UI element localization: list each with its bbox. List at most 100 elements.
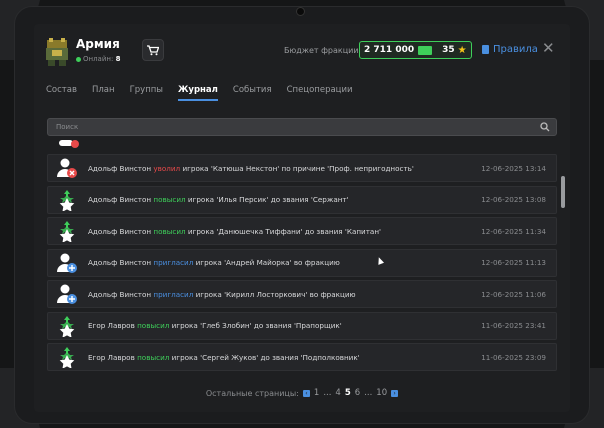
- panel-header: Армия Онлайн: 8 Бюджет фракции: 2 711 00…: [34, 24, 570, 76]
- book-icon: [482, 45, 489, 54]
- journal-row: Адольф Винстон повысил игрока 'Данюшечка…: [47, 217, 557, 245]
- pager-label: Остальные страницы:: [205, 388, 299, 398]
- faction-panel: Армия Онлайн: 8 Бюджет фракции: 2 711 00…: [34, 24, 570, 412]
- rules-label: Правила: [493, 44, 538, 55]
- partial-row: [47, 140, 557, 150]
- journal-details: 'Илья Персик' до звания 'Сержант': [216, 195, 349, 204]
- pagination: Остальные страницы: ‹ 1 ... 4 5 6 ... 10…: [34, 388, 570, 398]
- faction-title: Армия: [76, 37, 120, 51]
- search-bar: [47, 118, 557, 136]
- close-icon[interactable]: ✕: [542, 41, 555, 56]
- journal-target-prefix: игрока: [171, 352, 198, 362]
- journal-date: 12-06-2025 13:08: [481, 195, 546, 204]
- journal-actor: Адольф Винстон: [88, 289, 152, 299]
- online-count: 8: [115, 55, 121, 63]
- journal-row: Адольф Винстон пригласил игрока 'Андрей …: [47, 248, 557, 277]
- search-icon[interactable]: [540, 122, 550, 132]
- page-link[interactable]: 1: [314, 388, 319, 398]
- journal-row: Адольф Винстон пригласил игрока 'Кирилл …: [47, 280, 557, 308]
- scrollbar-thumb[interactable]: [561, 176, 565, 208]
- page-link[interactable]: 4: [335, 388, 340, 398]
- journal-action: повысил: [137, 352, 170, 362]
- user-fired-icon: [54, 155, 80, 181]
- journal-row-text: Адольф Винстон повысил игрока 'Илья Перс…: [88, 195, 349, 204]
- journal-date: 12-06-2025 11:13: [481, 258, 546, 267]
- journal-details: 'Сергей Жуков' до звания 'Подполковник': [200, 352, 360, 362]
- journal-row-text: Адольф Винстон повысил игрока 'Данюшечка…: [88, 227, 381, 236]
- rank-up-icon: [54, 218, 80, 244]
- page-link[interactable]: 6: [355, 388, 360, 398]
- journal-date: 12-06-2025 13:14: [481, 163, 546, 173]
- journal-row-text: Адольф Винстон пригласил игрока 'Андрей …: [88, 258, 340, 267]
- journal-date: 12-06-2025 11:34: [481, 226, 546, 236]
- army-logo-icon: [46, 38, 68, 66]
- tab-roster[interactable]: Состав: [46, 85, 77, 101]
- journal-action: повысил: [153, 226, 186, 236]
- journal-details: 'Кирилл Лосторкович' во фракцию: [224, 289, 356, 299]
- journal-details: 'Андрей Майорка' во фракцию: [224, 258, 340, 267]
- rank-up-icon: [54, 313, 80, 339]
- rank-up-icon: [54, 344, 80, 370]
- page-ellipsis: ...: [323, 388, 332, 398]
- journal-row-text: Егор Лавров повысил игрока 'Сергей Жуков…: [88, 353, 360, 362]
- journal-row: Адольф Винстон уволил игрока 'Катюша Нек…: [47, 154, 557, 182]
- budget-coins: 35: [442, 45, 455, 55]
- rules-button[interactable]: Правила: [482, 44, 538, 55]
- cart-icon: [147, 44, 159, 55]
- page-current[interactable]: 5: [345, 388, 351, 398]
- online-dot-icon: [76, 56, 81, 62]
- pager-prev-button[interactable]: ‹: [302, 389, 310, 397]
- journal-actor: Адольф Винстон: [88, 258, 152, 267]
- journal-actor: Егор Лавров: [88, 321, 135, 330]
- journal-target-prefix: игрока: [171, 321, 198, 330]
- journal-date: 11-06-2025 23:41: [481, 321, 546, 330]
- tab-groups[interactable]: Группы: [130, 85, 163, 101]
- journal-details: 'Данюшечка Тиффани' до звания 'Капитан': [216, 226, 381, 236]
- journal-action: пригласил: [153, 258, 194, 267]
- user-invite-icon: [54, 281, 80, 307]
- journal-row-text: Адольф Винстон уволил игрока 'Катюша Нек…: [88, 164, 414, 173]
- journal-target-prefix: игрока: [195, 289, 222, 299]
- journal-list: Адольф Винстон уволил игрока 'Катюша Нек…: [47, 140, 557, 380]
- journal-row-text: Адольф Винстон пригласил игрока 'Кирилл …: [88, 290, 356, 299]
- shop-button[interactable]: [142, 39, 164, 61]
- journal-row: Егор Лавров повысил игрока 'Глеб Злобин'…: [47, 311, 557, 340]
- user-fired-icon: [59, 140, 79, 148]
- journal-date: 12-06-2025 11:06: [481, 289, 546, 299]
- journal-action: повысил: [137, 321, 170, 330]
- journal-date: 11-06-2025 23:09: [481, 352, 546, 362]
- budget-money: 2 711 000: [364, 45, 415, 55]
- journal-action: уволил: [153, 163, 181, 173]
- pager-next-button[interactable]: ›: [391, 389, 399, 397]
- cash-icon: [418, 45, 433, 55]
- journal-action: повысил: [153, 195, 186, 204]
- tab-special-ops[interactable]: Спецоперации: [287, 85, 353, 101]
- journal-target-prefix: игрока: [187, 226, 215, 236]
- journal-row-text: Егор Лавров повысил игрока 'Глеб Злобин'…: [88, 321, 342, 330]
- journal-target-prefix: игрока: [182, 163, 209, 173]
- budget-display: 2 711 000 35 ★: [359, 41, 472, 59]
- tab-events[interactable]: События: [233, 85, 272, 101]
- page-link[interactable]: 10: [376, 388, 387, 398]
- tab-journal[interactable]: Журнал: [178, 85, 218, 101]
- journal-target-prefix: игрока: [195, 258, 222, 267]
- journal-actor: Адольф Винстон: [88, 226, 152, 236]
- online-status: Онлайн: 8: [76, 55, 120, 63]
- online-label: Онлайн:: [83, 55, 114, 63]
- journal-details: 'Глеб Злобин' до звания 'Прапорщик': [200, 321, 342, 330]
- rank-up-icon: [54, 187, 80, 213]
- journal-actor: Егор Лавров: [88, 352, 135, 362]
- journal-row: Адольф Винстон повысил игрока 'Илья Перс…: [47, 185, 557, 214]
- journal-row: Егор Лавров повысил игрока 'Сергей Жуков…: [47, 343, 557, 371]
- camera-icon: [296, 7, 305, 16]
- user-invite-icon: [54, 250, 80, 276]
- tab-plan[interactable]: План: [92, 85, 115, 101]
- journal-action: пригласил: [153, 289, 194, 299]
- page-ellipsis: ...: [364, 388, 373, 398]
- journal-target-prefix: игрока: [187, 195, 215, 204]
- budget-label: Бюджет фракции:: [284, 46, 362, 55]
- journal-actor: Адольф Винстон: [88, 163, 152, 173]
- journal-details: 'Катюша Некстон' по причине 'Проф. непри…: [210, 163, 414, 173]
- search-input[interactable]: [48, 119, 538, 135]
- journal-actor: Адольф Винстон: [88, 195, 152, 204]
